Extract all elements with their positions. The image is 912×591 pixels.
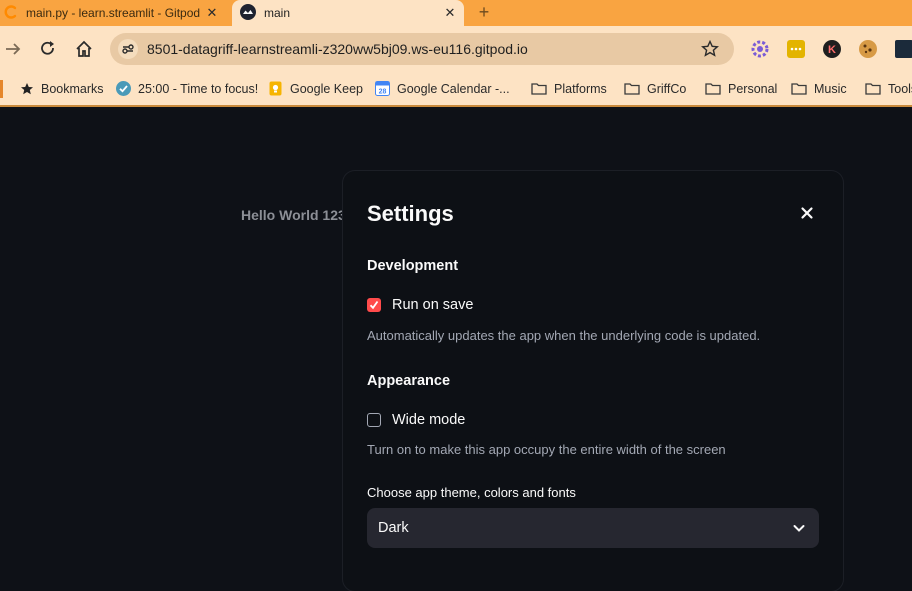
svg-text:28: 28 xyxy=(379,89,387,96)
checkbox-label: Run on save xyxy=(392,297,474,313)
bookmark-folder[interactable]: GriffCo xyxy=(624,72,686,105)
close-icon[interactable]: ✕ xyxy=(202,5,222,21)
checkbox-label: Wide mode xyxy=(392,412,466,428)
extension-cookie-icon[interactable] xyxy=(859,40,877,58)
bookmark-item[interactable]: Google Keep xyxy=(268,72,363,105)
home-icon[interactable] xyxy=(74,39,94,59)
tab-title: main.py - learn.streamlit - Gitpod xyxy=(26,6,201,20)
bookmark-label: Music xyxy=(814,81,847,96)
checkbox-checked-icon[interactable] xyxy=(367,298,381,312)
streamlit-favicon-icon xyxy=(240,3,256,23)
bookmarks-bar: Bookmarks 25:00 - Time to focus! Google … xyxy=(0,72,912,107)
extension-notes-icon[interactable] xyxy=(787,40,805,58)
new-tab-icon[interactable]: + xyxy=(474,0,494,26)
theme-select-value: Dark xyxy=(378,520,409,536)
address-bar[interactable]: 8501-datagriff-learnstreamli-z320ww5bj09… xyxy=(110,33,734,65)
extension-gear-icon[interactable] xyxy=(751,40,769,58)
extension-k-icon[interactable]: K xyxy=(823,40,841,58)
wide-mode-help: Turn on to make this app occupy the enti… xyxy=(367,442,726,457)
browser-toolbar: 8501-datagriff-learnstreamli-z320ww5bj09… xyxy=(0,26,912,72)
tab-gitpod[interactable]: main.py - learn.streamlit - Gitpod ✕ xyxy=(0,0,226,26)
bookmark-label: Bookmarks xyxy=(41,81,104,96)
reload-icon[interactable] xyxy=(38,39,58,59)
folder-icon xyxy=(705,83,721,95)
star-icon xyxy=(21,82,33,94)
folder-icon xyxy=(791,83,807,95)
svg-text:K: K xyxy=(828,44,836,56)
theme-select-label: Choose app theme, colors and fonts xyxy=(367,485,576,500)
app-viewport: Hello World 123 Settings Development Run… xyxy=(0,107,912,591)
url-text: 8501-datagriff-learnstreamli-z320ww5bj09… xyxy=(147,41,528,57)
tab-title: main xyxy=(264,6,291,20)
bookmark-label: Google Keep xyxy=(290,81,363,96)
bookmark-item[interactable]: Bookmarks xyxy=(20,72,104,105)
appearance-heading: Appearance xyxy=(367,373,451,389)
bookmark-folder[interactable]: Tools xyxy=(865,72,912,105)
bookmark-folder[interactable]: Personal xyxy=(705,72,777,105)
bookmark-label: Tools xyxy=(888,81,912,96)
settings-dialog: Settings Development Run on save Automat… xyxy=(343,171,843,591)
folder-icon xyxy=(624,83,640,95)
bookmark-label: GriffCo xyxy=(647,81,687,96)
bookmark-label: 25:00 - Time to focus! xyxy=(138,81,259,96)
close-icon[interactable] xyxy=(798,204,816,222)
bookmark-label: Platforms xyxy=(554,81,607,96)
tab-main[interactable]: main ✕ xyxy=(232,0,464,26)
folder-icon xyxy=(865,83,881,95)
bookmark-item[interactable]: 25:00 - Time to focus! xyxy=(116,72,258,105)
bookmark-folder[interactable]: Music xyxy=(791,72,847,105)
run-on-save-help: Automatically updates the app when the u… xyxy=(367,328,761,343)
app-body-text: Hello World 123 xyxy=(241,207,346,223)
site-info-icon[interactable] xyxy=(118,39,138,59)
calendar-icon: 28 xyxy=(375,81,390,96)
folder-icon xyxy=(531,83,547,95)
bookmark-star-icon[interactable] xyxy=(700,39,720,59)
close-icon[interactable]: ✕ xyxy=(440,5,460,21)
extension-profile-icon[interactable] xyxy=(895,40,912,58)
keep-icon xyxy=(269,81,282,96)
development-heading: Development xyxy=(367,258,459,274)
theme-select[interactable]: Dark xyxy=(367,508,819,548)
dialog-title: Settings xyxy=(367,201,454,226)
wide-mode-checkbox[interactable]: Wide mode xyxy=(367,412,465,428)
forward-icon[interactable] xyxy=(3,39,23,59)
bookmark-folder[interactable]: Platforms xyxy=(531,72,607,105)
checkbox-unchecked-icon[interactable] xyxy=(367,413,381,427)
bookmark-item[interactable]: 28 Google Calendar -... xyxy=(375,72,510,105)
run-on-save-checkbox[interactable]: Run on save xyxy=(367,297,473,313)
apps-indicator xyxy=(0,80,3,98)
bookmark-label: Google Calendar -... xyxy=(397,81,510,96)
gitpod-favicon-icon xyxy=(4,4,18,22)
bookmark-label: Personal xyxy=(728,81,778,96)
tab-strip: main.py - learn.streamlit - Gitpod ✕ mai… xyxy=(0,0,912,26)
chevron-down-icon[interactable] xyxy=(791,520,807,536)
check-circle-icon xyxy=(116,81,131,96)
